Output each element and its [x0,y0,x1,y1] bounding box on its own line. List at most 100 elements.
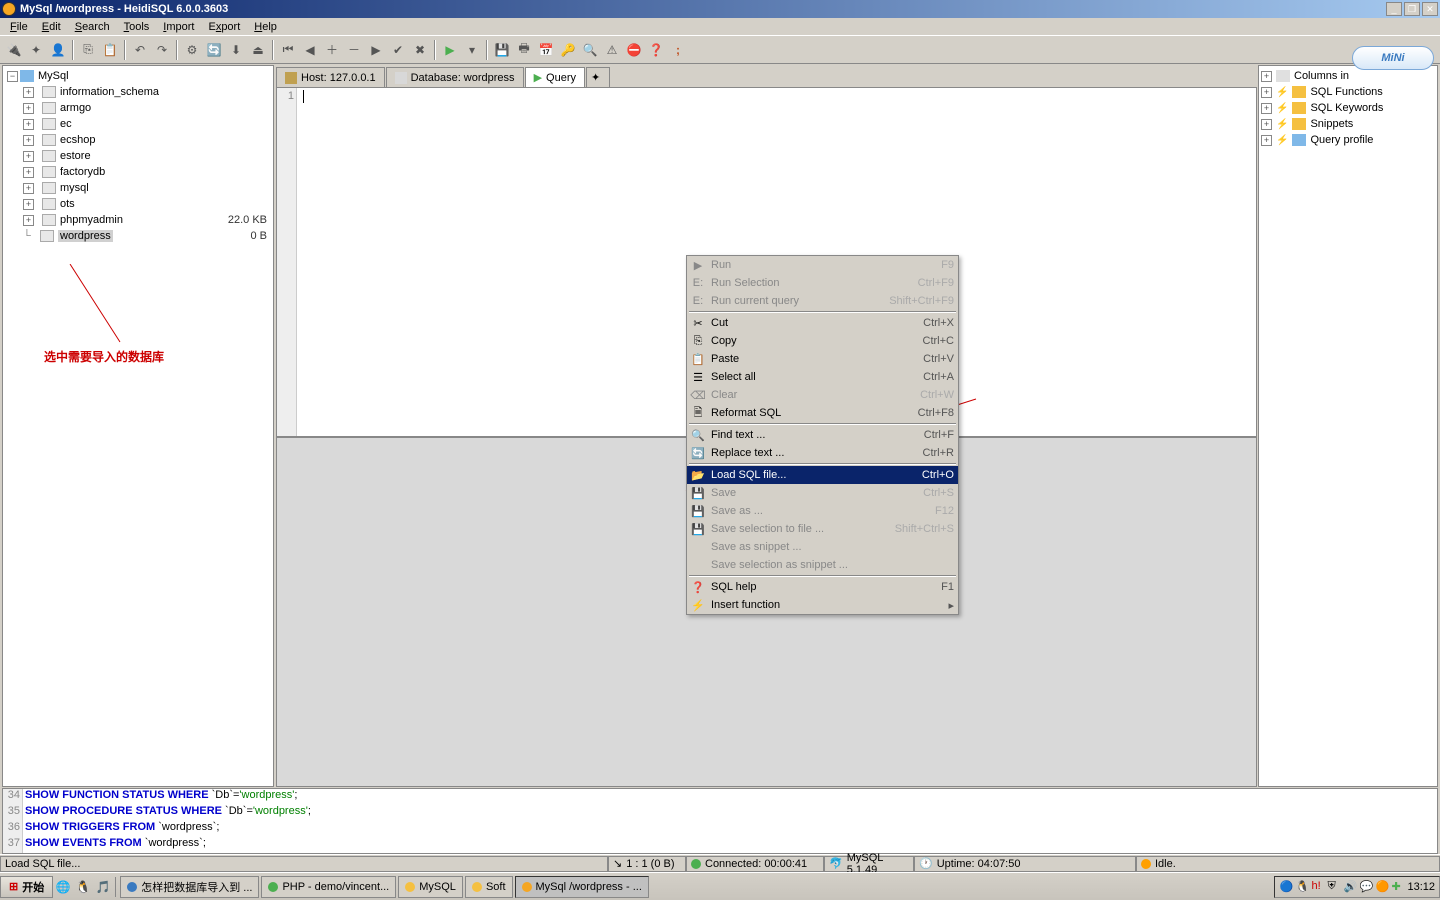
expand-icon[interactable]: + [23,151,34,162]
tree-root[interactable]: − MySql [5,68,271,84]
close-button[interactable]: ✕ [1422,2,1438,16]
quick-ie-icon[interactable]: 🌐 [53,877,73,897]
tray-clock[interactable]: 13:12 [1407,881,1435,893]
taskbar-item[interactable]: MySQL [398,876,463,898]
taskbar-item[interactable]: MySql /wordpress - ... [515,876,649,898]
menu-export[interactable]: Export [202,20,246,34]
tree-item-phpmyadmin[interactable]: +phpmyadmin22.0 KB [5,212,271,228]
tray-icon[interactable]: h! [1311,880,1325,894]
menu-import[interactable]: Import [157,20,200,34]
expand-icon[interactable]: + [23,103,34,114]
tray-icon[interactable]: 🟠 [1375,880,1389,894]
tree-item-factorydb[interactable]: +factorydb [5,164,271,180]
tab-new[interactable]: ✦ [586,67,610,87]
tool-find-icon[interactable]: 🔍 [580,40,600,60]
helper-item[interactable]: +⚡SQL Keywords [1261,100,1435,116]
tool-cancel-icon[interactable]: ✖ [410,40,430,60]
expand-icon[interactable]: + [23,215,34,226]
db-tree[interactable]: − MySql +information_schema+armgo+ec+ecs… [3,66,273,786]
tray-icon[interactable]: ✚ [1391,880,1405,894]
tray-icon[interactable]: ⛨ [1327,880,1341,894]
expand-icon[interactable]: + [1261,103,1272,114]
expand-icon[interactable]: + [23,135,34,146]
tool-key-icon[interactable]: 🔑 [558,40,578,60]
taskbar-item[interactable]: 怎样把数据库导入到 ... [120,876,259,898]
ctx-insert-function[interactable]: ⚡Insert function▸ [687,596,958,614]
tool-run-icon[interactable]: ▶ [440,40,460,60]
tool-copy-icon[interactable]: ⎘ [78,40,98,60]
tool-refresh-icon[interactable]: 🔄 [204,40,224,60]
tool-save-icon[interactable]: 💾 [492,40,512,60]
helper-item[interactable]: +⚡Snippets [1261,116,1435,132]
tool-redo-icon[interactable]: ↷ [152,40,172,60]
ctx-copy[interactable]: ⎘CopyCtrl+C [687,332,958,350]
tool-connect-icon[interactable]: 🔌 [4,40,24,60]
tray-icon[interactable]: 🐧 [1295,880,1309,894]
tool-settings-icon[interactable]: ⚙ [182,40,202,60]
tool-export-icon[interactable]: ⬇ [226,40,246,60]
ctx-load-sql-file-[interactable]: 📂Load SQL file...Ctrl+O [687,466,958,484]
tool-first-icon[interactable]: ⏮ [278,40,298,60]
helper-item[interactable]: +Columns in [1261,68,1435,84]
sql-log[interactable]: 34353637 SHOW FUNCTION STATUS WHERE `Db`… [2,788,1438,854]
expand-icon[interactable]: + [1261,87,1272,98]
ctx-replace-text-[interactable]: 🔄Replace text ...Ctrl+R [687,444,958,462]
tool-stop-icon[interactable]: ⛔ [624,40,644,60]
collapse-icon[interactable]: − [7,71,18,82]
menu-search[interactable]: Search [69,20,116,34]
menu-tools[interactable]: Tools [118,20,156,34]
expand-icon[interactable]: + [23,199,34,210]
tool-remove-icon[interactable]: － [344,40,364,60]
tab-database[interactable]: Database: wordpress [386,67,524,87]
expand-icon[interactable]: + [1261,135,1272,146]
tool-print-icon[interactable]: 🖶 [514,40,534,60]
tool-undo-icon[interactable]: ↶ [130,40,150,60]
tree-item-information_schema[interactable]: +information_schema [5,84,271,100]
tool-next-icon[interactable]: ▶ [366,40,386,60]
system-tray[interactable]: 🔵 🐧 h! ⛨ 🔊 💬 🟠 ✚ 13:12 [1274,876,1440,898]
minimize-button[interactable]: _ [1386,2,1402,16]
tool-exit-icon[interactable]: ⏏ [248,40,268,60]
tool-add-icon[interactable]: ＋ [322,40,342,60]
ctx-paste[interactable]: 📋PasteCtrl+V [687,350,958,368]
tree-item-ec[interactable]: +ec [5,116,271,132]
tool-semicolon-icon[interactable]: ; [668,40,688,60]
tool-prev-icon[interactable]: ◀ [300,40,320,60]
tray-icon[interactable]: 🔵 [1279,880,1293,894]
tray-icon[interactable]: 🔊 [1343,880,1357,894]
tool-calendar-icon[interactable]: 📅 [536,40,556,60]
tree-item-mysql[interactable]: +mysql [5,180,271,196]
maximize-button[interactable]: ❐ [1404,2,1420,16]
expand-icon[interactable]: + [1261,119,1272,130]
tool-new-icon[interactable]: ✦ [26,40,46,60]
quick-media-icon[interactable]: 🎵 [93,877,113,897]
tool-paste-icon[interactable]: 📋 [100,40,120,60]
start-button[interactable]: ⊞开始 [0,876,53,898]
menu-edit[interactable]: Edit [36,20,67,34]
tab-host[interactable]: Host: 127.0.0.1 [276,67,385,87]
tree-item-ecshop[interactable]: +ecshop [5,132,271,148]
expand-icon[interactable]: + [23,167,34,178]
tree-item-armgo[interactable]: +armgo [5,100,271,116]
tree-item-ots[interactable]: +ots [5,196,271,212]
tool-warning-icon[interactable]: ⚠ [602,40,622,60]
expand-icon[interactable]: + [23,183,34,194]
tree-item-estore[interactable]: +estore [5,148,271,164]
helper-item[interactable]: +⚡Query profile [1261,132,1435,148]
ctx-cut[interactable]: ✂CutCtrl+X [687,314,958,332]
quick-qq-icon[interactable]: 🐧 [73,877,93,897]
tree-item-wordpress[interactable]: └wordpress0 B [5,228,271,244]
ctx-sql-help[interactable]: ❓SQL helpF1 [687,578,958,596]
tool-user-icon[interactable]: 👤 [48,40,68,60]
expand-icon[interactable]: + [23,119,34,130]
ctx-reformat-sql[interactable]: 🗎Reformat SQLCtrl+F8 [687,404,958,422]
menu-file[interactable]: File [4,20,34,34]
tool-help-icon[interactable]: ❓ [646,40,666,60]
tray-icon[interactable]: 💬 [1359,880,1373,894]
tool-dropdown-icon[interactable]: ▾ [462,40,482,60]
expand-icon[interactable]: + [1261,71,1272,82]
helper-item[interactable]: +⚡SQL Functions [1261,84,1435,100]
taskbar-item[interactable]: Soft [465,876,513,898]
menu-help[interactable]: Help [248,20,283,34]
tab-query[interactable]: ▶Query [525,67,585,87]
